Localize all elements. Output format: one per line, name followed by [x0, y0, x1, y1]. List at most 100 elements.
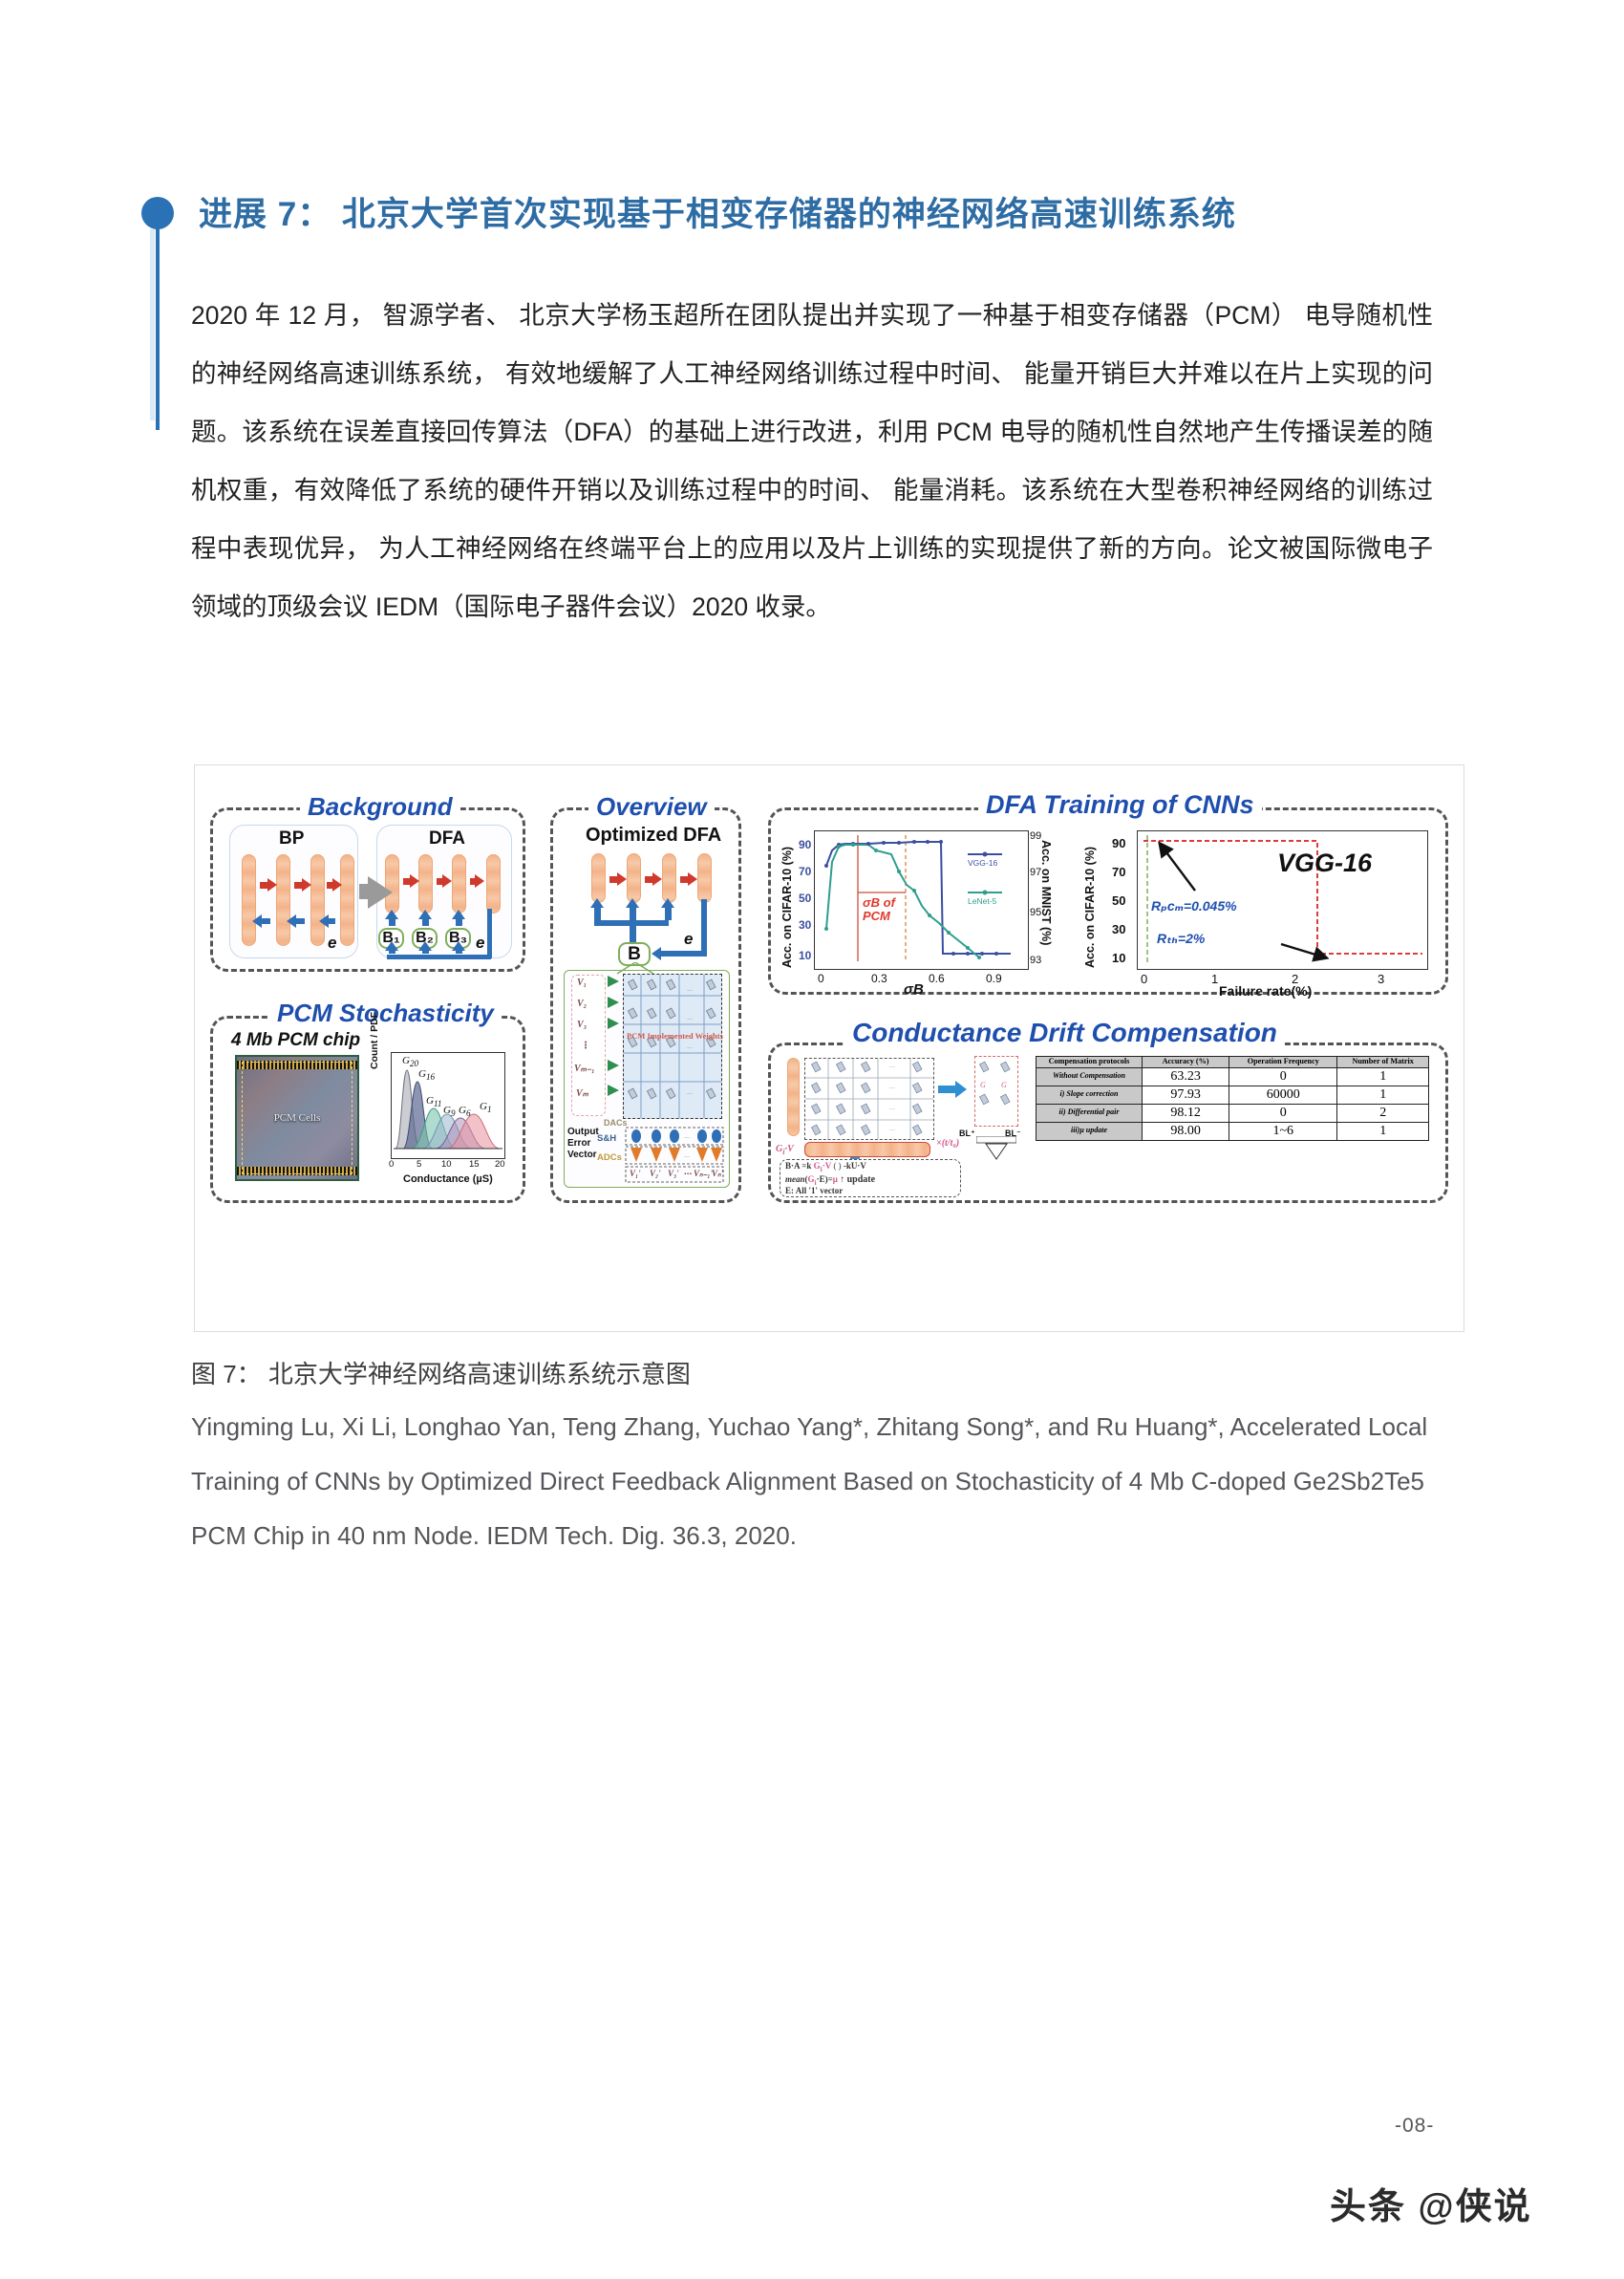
bullet-icon — [141, 197, 174, 229]
pcm-chip-label: 4 Mb PCM chip — [231, 1030, 361, 1050]
bp-label: BP — [279, 828, 305, 849]
overview-error-label: e — [684, 930, 694, 948]
figure-image: Background BP e DFA B₁ B₂ B₃ e PCM Stoch… — [194, 764, 1464, 1332]
feedback-arrow-up — [452, 941, 465, 954]
pdf-xtick: 20 — [495, 1159, 505, 1170]
output-error-vector-label: Output Error Vector — [567, 1127, 599, 1160]
neuron-column — [242, 854, 256, 946]
figure-caption: 图 7： 北京大学神经网络高速训练系统示意图 — [191, 1360, 691, 1388]
dfa-chart-left-ylabel: Acc. on CIFAR-10 (%) — [780, 846, 794, 968]
bl-plus-label: BL⁺ — [959, 1129, 975, 1138]
sigma-pcm-annotation: σB of PCM — [863, 895, 895, 923]
feedback-arrow-up — [626, 898, 639, 920]
watermark: 头条 @侠说 — [1330, 2187, 1532, 2227]
crossbar-weights-label: PCM Implemented Weights — [627, 1031, 723, 1041]
dfa-right-chart-ytick: 30 — [1112, 922, 1126, 936]
panel-drift-title: Conductance Drift Compensation — [844, 1020, 1285, 1046]
th-matrices: Number of Matrix — [1336, 1056, 1429, 1068]
page-title: 进展 7： 北京大学首次实现基于相变存储器的神经网络高速训练系统 — [199, 196, 1236, 233]
compensation-table: Compensation protocols Accuracy (%) Oper… — [1036, 1056, 1429, 1141]
dfa-left-ytick: 10 — [799, 949, 812, 962]
cell-accuracy: 98.12 — [1141, 1103, 1230, 1123]
svg-text:G: G — [980, 1081, 986, 1089]
dfa-right-chart-ytick: 50 — [1112, 893, 1126, 908]
svg-text:···: ··· — [687, 1091, 693, 1097]
dfa-left-ytick: 30 — [799, 918, 812, 932]
forward-arrow — [470, 874, 484, 888]
cell-protocol: i) Slope correction — [1036, 1085, 1143, 1105]
output-vn-1: Vₙ₋₁' — [694, 1169, 713, 1178]
svg-text:···: ··· — [684, 1135, 690, 1141]
feedback-arrow-up — [590, 898, 604, 920]
th-accuracy: Accuracy (%) — [1141, 1056, 1230, 1068]
feedback-arrow-up — [418, 941, 432, 954]
transition-arrow — [368, 876, 393, 909]
feedback-arrow-up — [385, 910, 398, 926]
error-arrow — [652, 947, 668, 960]
body-paragraph: 2020 年 12 月， 智源学者、 北京大学杨玉超所在团队提出并实现了一种基于… — [191, 301, 1433, 621]
svg-text:···: ··· — [889, 1107, 895, 1112]
feedback-bus — [387, 955, 491, 959]
dfa-right-chart-ytick: 70 — [1112, 865, 1126, 879]
output-v3: V₃' — [668, 1169, 679, 1178]
output-ellipsis: ⋯ — [684, 1170, 692, 1178]
neuron-column — [452, 854, 466, 914]
dfa-right-xtick: 3 — [1378, 972, 1385, 986]
table-row: Without Compensation 63.23 0 1 — [1036, 1066, 1429, 1086]
dfa-left-ytick: 70 — [799, 865, 812, 878]
forward-arrow — [645, 872, 662, 886]
drift-crossbar: ··· ··· ··· ··· — [804, 1058, 934, 1140]
drift-formula-line3: E: All '1' vector — [785, 1186, 844, 1195]
vgg16-inside-title: VGG-16 — [1277, 849, 1373, 877]
forward-arrow — [609, 872, 627, 886]
svg-text:···: ··· — [687, 1045, 693, 1051]
dfa-chart-left-ylabel-right: Acc. on MNIST (%) — [1039, 840, 1053, 946]
gi-v-label: Gi·V — [776, 1144, 794, 1156]
backward-arrow — [252, 914, 270, 928]
svg-text:···: ··· — [889, 1064, 895, 1070]
svg-text:···: ··· — [687, 1017, 693, 1022]
dfa-right-ytick: 93 — [1030, 955, 1042, 966]
error-return-line — [701, 899, 707, 957]
pdf-label-g11: G11 — [426, 1095, 442, 1109]
dfa-left-xtick: 0.6 — [929, 972, 945, 985]
panel-overview-title: Overview — [588, 794, 715, 819]
cell-accuracy: 63.23 — [1141, 1066, 1230, 1086]
forward-arrow — [403, 874, 419, 888]
drift-input-column — [787, 1058, 800, 1136]
pdf-label-g6: G6 — [459, 1105, 471, 1119]
svg-text:···: ··· — [889, 1128, 895, 1133]
dfa-left-ytick: 50 — [799, 892, 812, 905]
table-row: iii)μ update 98.00 1~6 1 — [1036, 1121, 1429, 1141]
dfa-left-xtick: 0.9 — [986, 972, 1002, 985]
rpcm-annotation: Rₚᴄₘ=0.045% — [1151, 898, 1237, 914]
feedback-arrow-up — [452, 910, 465, 926]
neuron-column — [662, 853, 676, 903]
feedback-arrow-up — [418, 910, 432, 926]
neuron-column — [486, 854, 501, 914]
table-row: i) Slope correction 97.93 60000 1 — [1036, 1085, 1429, 1105]
dfa-right-xtick: 0 — [1141, 972, 1148, 986]
drift-bl-pair: G G — [974, 1056, 1018, 1127]
t-t0-label: ×(t/t₀) — [936, 1138, 960, 1149]
dfa-chart-right: VGG-16 Rₚᴄₘ=0.045% Rₜₕ=2% — [1137, 830, 1428, 970]
dfa-left-ytick: 90 — [799, 838, 812, 851]
neuron-column — [591, 853, 606, 903]
legend-vgg16: VGG-16 — [968, 858, 998, 868]
drift-crossbar-lines: ··· ··· ··· ··· — [805, 1059, 933, 1139]
pcm-chip-photo: PCM Cells — [235, 1055, 359, 1181]
sense-amp-icon — [976, 1136, 1016, 1160]
pdf-label-g20: G20 — [402, 1055, 419, 1069]
pdf-label-g16: G16 — [418, 1068, 436, 1083]
page-number: -08- — [1395, 2115, 1435, 2137]
forward-arrow — [680, 872, 697, 886]
pcm-crossbar-grid: ··· ··· ··· ··· — [623, 974, 722, 1119]
svg-text:···: ··· — [889, 1086, 895, 1091]
drift-formula-line1: B·A =k Gi·V ( ) -kU·V — [785, 1161, 866, 1173]
cell-protocol: iii)μ update — [1036, 1121, 1143, 1141]
panel-background-title: Background — [300, 794, 460, 819]
feedback-arrow-up — [385, 941, 398, 954]
cell-frequency: 1~6 — [1229, 1121, 1338, 1141]
feedback-bus-center — [630, 920, 636, 943]
th-frequency: Operation Frequency — [1229, 1056, 1338, 1068]
